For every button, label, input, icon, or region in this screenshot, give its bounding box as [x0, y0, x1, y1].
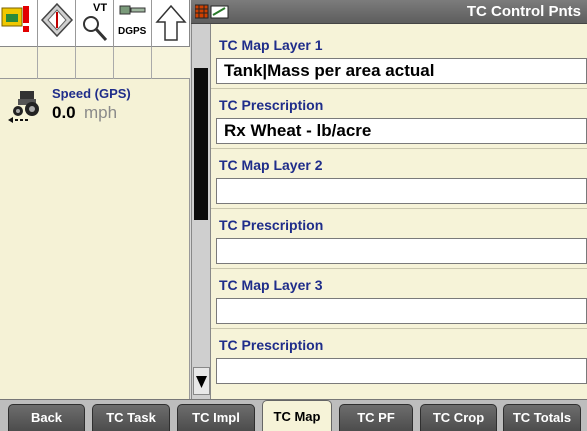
scroll-thumb[interactable]	[194, 68, 208, 220]
field-label-prescription-2: TC Prescription	[219, 217, 324, 233]
status-icon-bar: VT DGPS	[0, 0, 190, 47]
alert-slot	[38, 47, 76, 79]
tab-bar: Back TC Task TC Impl TC Map TC PF TC Cro…	[0, 399, 587, 431]
field-label-prescription-1: TC Prescription	[219, 97, 324, 113]
grid-icon	[194, 4, 209, 19]
page-title: TC Control Pnts	[466, 3, 581, 20]
header-icons	[194, 3, 231, 26]
alert-slot	[76, 47, 114, 79]
dgps-icon[interactable]: DGPS	[114, 0, 152, 47]
divider	[211, 328, 587, 329]
map-layer-2-field[interactable]	[216, 178, 587, 204]
chevron-down-icon	[196, 376, 207, 388]
tractor-icon	[8, 87, 48, 128]
tab-tc-pf[interactable]: TC PF	[339, 404, 413, 431]
arrow-up-icon[interactable]	[152, 0, 190, 47]
speed-value: 0.0	[52, 103, 76, 122]
field-label-map-layer-2: TC Map Layer 2	[219, 157, 323, 173]
scroll-down-button[interactable]	[193, 367, 210, 395]
divider	[211, 268, 587, 269]
compass-icon[interactable]	[38, 0, 76, 47]
alert-slot	[114, 47, 152, 79]
alert-slot	[152, 47, 190, 79]
tc-control-points-screen: VT DGPS Speed (GPS) 0.0 mph TC Control P…	[0, 0, 587, 431]
field-label-map-layer-1: TC Map Layer 1	[219, 37, 323, 53]
vt-icon-text: VT	[93, 2, 108, 14]
tab-tc-impl[interactable]: TC Impl	[177, 404, 255, 431]
divider	[211, 148, 587, 149]
dgps-icon-text: DGPS	[118, 26, 147, 37]
alert-slot	[0, 47, 38, 79]
calculator-icon	[210, 5, 229, 19]
divider	[211, 208, 587, 209]
vt-icon[interactable]: VT	[76, 0, 114, 47]
prescription-2-field[interactable]	[216, 238, 587, 264]
tab-tc-task[interactable]: TC Task	[92, 404, 170, 431]
tab-back[interactable]: Back	[8, 404, 85, 431]
tab-tc-crop[interactable]: TC Crop	[420, 404, 497, 431]
field-label-map-layer-3: TC Map Layer 3	[219, 277, 323, 293]
divider	[211, 88, 587, 89]
alarm-icon[interactable]	[0, 0, 38, 47]
left-info-panel: Speed (GPS) 0.0 mph	[0, 79, 190, 399]
field-label-prescription-3: TC Prescription	[219, 337, 324, 353]
vertical-scrollbar[interactable]	[191, 24, 211, 399]
control-points-form: TC Map Layer 1 Tank|Mass per area actual…	[211, 24, 587, 399]
prescription-3-field[interactable]	[216, 358, 587, 384]
page-header: TC Control Pnts	[191, 0, 587, 24]
speed-label: Speed (GPS)	[52, 86, 131, 101]
prescription-1-field[interactable]: Rx Wheat - lb/acre	[216, 118, 587, 144]
map-layer-3-field[interactable]	[216, 298, 587, 324]
alert-grid	[0, 47, 190, 79]
map-layer-1-field[interactable]: Tank|Mass per area actual	[216, 58, 587, 84]
speed-unit: mph	[84, 103, 118, 122]
tab-tc-totals[interactable]: TC Totals	[503, 404, 581, 431]
tab-tc-map[interactable]: TC Map	[262, 400, 332, 431]
